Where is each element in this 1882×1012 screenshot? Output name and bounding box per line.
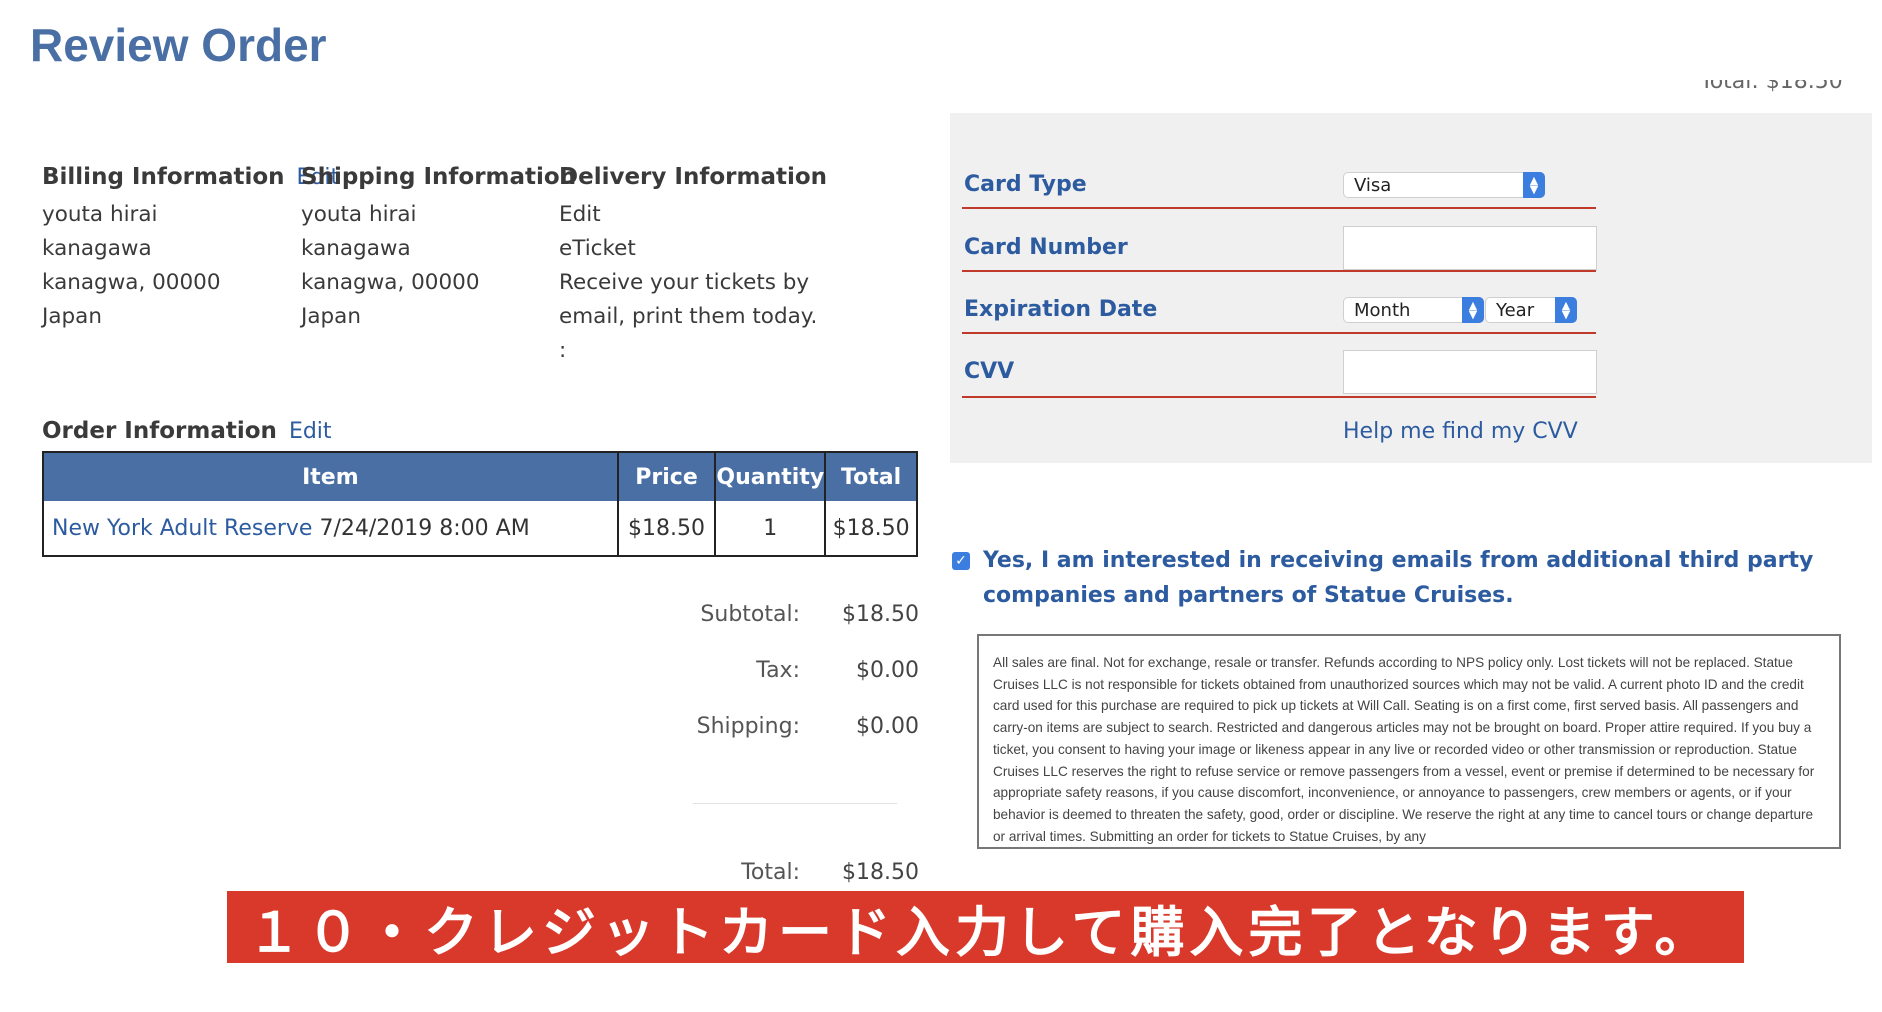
expiration-label: Expiration Date — [964, 297, 1158, 322]
card-type-rule — [962, 207, 1596, 209]
shipping-line: kanagwa, 00000 — [301, 270, 480, 295]
order-heading: Order Information — [42, 418, 277, 444]
table-row: New York Adult Reserve 7/24/2019 8:00 AM… — [42, 501, 918, 556]
summary-total: Total: $18.50 — [640, 860, 919, 885]
billing-line: kanagawa — [42, 236, 152, 261]
cvv-input[interactable] — [1343, 350, 1597, 394]
billing-heading: Billing Information — [42, 164, 285, 190]
opt-in-checkbox[interactable]: ✓ — [952, 552, 970, 570]
delivery-line: email, print them today. — [559, 304, 818, 329]
year-value: Year — [1496, 299, 1535, 321]
summary-tax: Tax: $0.00 — [640, 658, 919, 683]
delivery-heading: Delivery Information — [559, 164, 828, 190]
delivery-line: Receive your tickets by — [559, 270, 810, 295]
delivery-info: Delivery Information Edit eTicket Receiv… — [559, 164, 827, 368]
order-item-date: 7/24/2019 8:00 AM — [319, 515, 530, 541]
cvv-label: CVV — [964, 359, 1015, 384]
chevron-updown-icon: ▲ ▼ — [1555, 297, 1577, 323]
subtotal-label: Subtotal: — [700, 602, 800, 627]
card-number-label: Card Number — [964, 235, 1128, 260]
order-item-cell: New York Adult Reserve 7/24/2019 8:00 AM — [42, 501, 619, 556]
card-number-input[interactable] — [1343, 226, 1597, 270]
shipping-line: Japan — [301, 304, 361, 329]
cvv-rule — [962, 396, 1596, 398]
card-number-rule — [962, 270, 1596, 272]
caption-banner: １０・クレジットカード入力して購入完了となります。 — [227, 891, 1744, 963]
delivery-edit-link[interactable]: Edit — [559, 198, 827, 232]
shipping-label: Shipping: — [696, 714, 800, 739]
opt-in-text: Yes, I am interested in receiving emails… — [983, 543, 1863, 613]
card-type-value: Visa — [1354, 174, 1392, 196]
opt-in-line: companies and partners of Statue Cruises… — [983, 583, 1514, 608]
summary-shipping: Shipping: $0.00 — [640, 714, 919, 739]
order-item-link[interactable]: New York Adult Reserve — [52, 516, 312, 541]
billing-line: Japan — [42, 304, 102, 329]
caption-text: １０・クレジットカード入力して購入完了となります。 — [247, 900, 1714, 964]
summary-subtotal: Subtotal: $18.50 — [640, 602, 919, 627]
shipping-heading: Shipping Information — [301, 164, 577, 190]
delivery-line: : — [559, 338, 567, 363]
chevron-updown-icon: ▲ ▼ — [1462, 297, 1484, 323]
tax-value: $0.00 — [856, 658, 919, 683]
subtotal-value: $18.50 — [842, 602, 919, 627]
column-header-total: Total — [824, 452, 918, 501]
order-item-total: $18.50 — [824, 501, 918, 556]
terms-box[interactable]: All sales are final. Not for exchange, r… — [977, 634, 1841, 849]
terms-text: All sales are final. Not for exchange, r… — [993, 655, 1815, 844]
expiration-rule — [962, 332, 1596, 334]
payment-panel: Card Type Visa ▲ ▼ Card Number Expiration… — [950, 113, 1872, 463]
order-table: Item Price Quantity Total New York Adult… — [42, 451, 918, 557]
column-header-item: Item — [42, 452, 619, 501]
billing-line: youta hirai — [42, 202, 158, 227]
order-item-price: $18.50 — [616, 501, 717, 556]
card-type-select[interactable]: Visa ▲ ▼ — [1343, 172, 1545, 198]
tax-label: Tax: — [756, 658, 800, 683]
page-title: Review Order — [30, 19, 327, 71]
total-value: $18.50 — [842, 860, 919, 885]
column-header-quantity: Quantity — [714, 452, 827, 501]
summary-divider — [693, 803, 897, 804]
expiration-month-select[interactable]: Month ▲ ▼ — [1343, 297, 1484, 323]
billing-line: kanagwa, 00000 — [42, 270, 221, 295]
cropped-total-text: Total: $18.50 — [1700, 80, 1843, 94]
order-info-header: Order Information Edit — [42, 418, 332, 444]
order-table-header-row: Item Price Quantity Total — [42, 452, 918, 501]
month-value: Month — [1354, 299, 1411, 321]
total-label: Total: — [741, 860, 800, 885]
shipping-line: kanagawa — [301, 236, 411, 261]
shipping-line: youta hirai — [301, 202, 417, 227]
order-item-quantity: 1 — [714, 501, 827, 556]
column-header-price: Price — [616, 452, 717, 501]
chevron-updown-icon: ▲ ▼ — [1523, 172, 1545, 198]
order-edit-link[interactable]: Edit — [289, 419, 332, 444]
opt-in-line: Yes, I am interested in receiving emails… — [983, 548, 1814, 573]
cvv-help-link[interactable]: Help me find my CVV — [1343, 419, 1578, 444]
card-type-label: Card Type — [964, 172, 1087, 197]
delivery-line: eTicket — [559, 236, 636, 261]
shipping-info: Shipping Information youta hirai kanagaw… — [301, 164, 576, 334]
shipping-value: $0.00 — [856, 714, 919, 739]
billing-info: Billing Information Edit youta hirai kan… — [42, 164, 339, 334]
expiration-year-select[interactable]: Year ▲ ▼ — [1485, 297, 1577, 323]
